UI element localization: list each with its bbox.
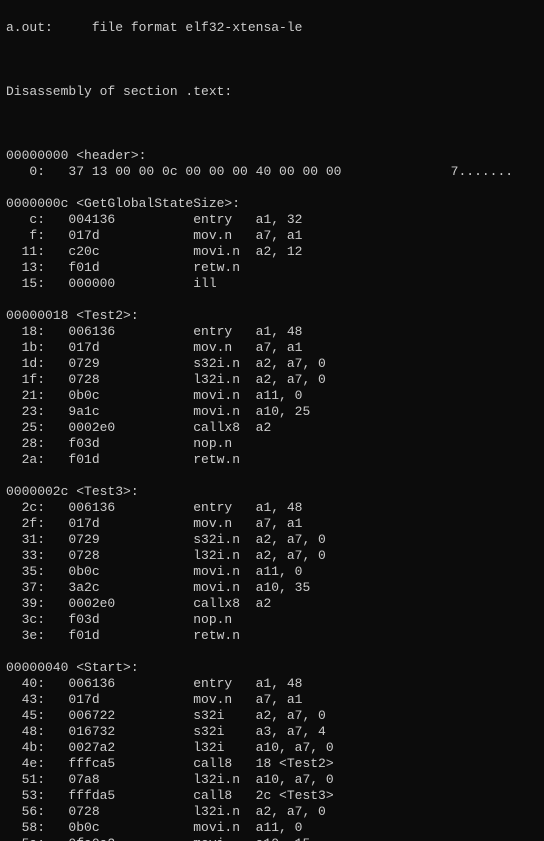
disassembly-output: a.out: file format elf32-xtensa-le Disas… — [0, 0, 544, 841]
blank-line — [6, 116, 538, 132]
blank-line — [6, 292, 538, 308]
file-format-line: a.out: file format elf32-xtensa-le — [6, 20, 538, 36]
asm-line: 23: 9a1c movi.n a10, 25 — [6, 404, 538, 420]
asm-line: 3c: f03d nop.n — [6, 612, 538, 628]
blank-line — [6, 180, 538, 196]
asm-line: 56: 0728 l32i.n a2, a7, 0 — [6, 804, 538, 820]
asm-line: 33: 0728 l32i.n a2, a7, 0 — [6, 548, 538, 564]
asm-line: 15: 000000 ill — [6, 276, 538, 292]
asm-line: 48: 016732 s32i a3, a7, 4 — [6, 724, 538, 740]
asm-line: f: 017d mov.n a7, a1 — [6, 228, 538, 244]
asm-line: 37: 3a2c movi.n a10, 35 — [6, 580, 538, 596]
asm-line: 5a: 0fa0a2 movi a10, 15 — [6, 836, 538, 841]
sections-container: 00000000 <header>: 0: 37 13 00 00 0c 00 … — [6, 148, 538, 841]
asm-line: 58: 0b0c movi.n a11, 0 — [6, 820, 538, 836]
asm-line: 11: c20c movi.n a2, 12 — [6, 244, 538, 260]
section-label: 00000018 <Test2>: — [6, 308, 538, 324]
asm-line: 0: 37 13 00 00 0c 00 00 00 40 00 00 00 7… — [6, 164, 538, 180]
asm-line: 3e: f01d retw.n — [6, 628, 538, 644]
asm-line: 51: 07a8 l32i.n a10, a7, 0 — [6, 772, 538, 788]
asm-line: 43: 017d mov.n a7, a1 — [6, 692, 538, 708]
blank-line — [6, 468, 538, 484]
asm-line: 39: 0002e0 callx8 a2 — [6, 596, 538, 612]
section-label: 0000000c <GetGlobalStateSize>: — [6, 196, 538, 212]
asm-line: 1f: 0728 l32i.n a2, a7, 0 — [6, 372, 538, 388]
asm-line: 35: 0b0c movi.n a11, 0 — [6, 564, 538, 580]
asm-line: 45: 006722 s32i a2, a7, 0 — [6, 708, 538, 724]
section-label: 0000002c <Test3>: — [6, 484, 538, 500]
asm-line: c: 004136 entry a1, 32 — [6, 212, 538, 228]
blank-line — [6, 644, 538, 660]
asm-line: 4b: 0027a2 l32i a10, a7, 0 — [6, 740, 538, 756]
asm-line: 21: 0b0c movi.n a11, 0 — [6, 388, 538, 404]
asm-line: 40: 006136 entry a1, 48 — [6, 676, 538, 692]
asm-line: 53: fffda5 call8 2c <Test3> — [6, 788, 538, 804]
disassembly-title: Disassembly of section .text: — [6, 84, 538, 100]
section-label: 00000040 <Start>: — [6, 660, 538, 676]
asm-line: 1b: 017d mov.n a7, a1 — [6, 340, 538, 356]
section-label: 00000000 <header>: — [6, 148, 538, 164]
asm-line: 18: 006136 entry a1, 48 — [6, 324, 538, 340]
asm-line: 2a: f01d retw.n — [6, 452, 538, 468]
asm-line: 28: f03d nop.n — [6, 436, 538, 452]
asm-line: 4e: fffca5 call8 18 <Test2> — [6, 756, 538, 772]
asm-line: 2f: 017d mov.n a7, a1 — [6, 516, 538, 532]
asm-line: 31: 0729 s32i.n a2, a7, 0 — [6, 532, 538, 548]
asm-line: 13: f01d retw.n — [6, 260, 538, 276]
asm-line: 25: 0002e0 callx8 a2 — [6, 420, 538, 436]
asm-line: 1d: 0729 s32i.n a2, a7, 0 — [6, 356, 538, 372]
asm-line: 2c: 006136 entry a1, 48 — [6, 500, 538, 516]
